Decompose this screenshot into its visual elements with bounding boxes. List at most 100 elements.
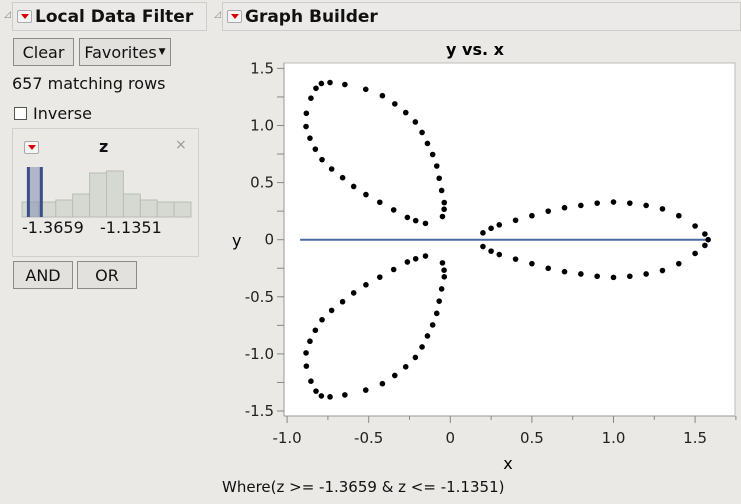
data-point[interactable] — [307, 135, 313, 141]
data-point[interactable] — [480, 243, 486, 250]
data-point[interactable] — [308, 378, 314, 384]
data-point[interactable] — [363, 191, 369, 198]
data-point[interactable] — [545, 208, 552, 214]
data-point[interactable] — [692, 223, 698, 229]
data-point[interactable] — [412, 217, 419, 224]
data-point[interactable] — [529, 260, 535, 267]
data-point[interactable] — [328, 166, 335, 172]
data-point[interactable] — [402, 109, 409, 116]
data-point[interactable] — [702, 242, 708, 249]
data-point[interactable] — [313, 388, 319, 394]
data-point[interactable] — [424, 140, 431, 147]
data-point[interactable] — [438, 187, 445, 194]
data-point[interactable] — [439, 213, 446, 220]
data-point[interactable] — [529, 212, 535, 219]
data-point[interactable] — [675, 260, 682, 267]
data-point[interactable] — [436, 298, 443, 304]
data-point[interactable] — [303, 110, 310, 117]
data-point[interactable] — [312, 146, 319, 152]
data-point[interactable] — [422, 220, 429, 227]
data-point[interactable] — [390, 207, 397, 213]
data-point[interactable] — [379, 380, 386, 387]
data-point[interactable] — [342, 81, 348, 88]
data-point[interactable] — [379, 92, 386, 99]
data-point[interactable] — [422, 253, 429, 259]
data-point[interactable] — [578, 271, 584, 277]
data-point[interactable] — [376, 199, 383, 206]
data-point[interactable] — [702, 231, 708, 237]
data-point[interactable] — [436, 175, 443, 182]
data-point[interactable] — [392, 372, 398, 379]
data-point[interactable] — [392, 101, 398, 107]
data-point[interactable] — [424, 333, 431, 339]
data-point[interactable] — [390, 266, 397, 273]
data-point[interactable] — [303, 123, 309, 130]
data-point[interactable] — [659, 267, 666, 274]
data-point[interactable] — [441, 267, 447, 273]
data-point[interactable] — [594, 273, 600, 280]
x-axis-label[interactable]: x — [503, 454, 512, 473]
data-point[interactable] — [363, 282, 369, 288]
data-point[interactable] — [429, 322, 436, 328]
data-point[interactable] — [327, 394, 333, 400]
data-point[interactable] — [319, 316, 325, 323]
data-point[interactable] — [496, 222, 503, 228]
data-point[interactable] — [488, 248, 494, 254]
data-point[interactable] — [441, 199, 448, 206]
data-point[interactable] — [433, 310, 440, 317]
data-point[interactable] — [412, 119, 419, 125]
data-point[interactable] — [318, 80, 325, 87]
data-point[interactable] — [429, 151, 436, 158]
data-point[interactable] — [350, 290, 357, 296]
data-point[interactable] — [419, 344, 425, 350]
data-point[interactable] — [610, 199, 617, 205]
data-point[interactable] — [675, 212, 682, 219]
data-point[interactable] — [412, 255, 419, 262]
data-point[interactable] — [318, 393, 325, 399]
data-point[interactable] — [327, 79, 333, 86]
data-point[interactable] — [480, 230, 486, 236]
data-point[interactable] — [312, 327, 319, 334]
data-point[interactable] — [439, 260, 446, 266]
data-point[interactable] — [307, 338, 313, 345]
data-point[interactable] — [438, 286, 445, 292]
data-point[interactable] — [412, 354, 419, 361]
data-point[interactable] — [319, 156, 325, 163]
data-point[interactable] — [350, 183, 357, 190]
data-point[interactable] — [659, 206, 666, 212]
data-point[interactable] — [627, 273, 633, 280]
data-point[interactable] — [594, 200, 600, 206]
data-point[interactable] — [441, 206, 447, 213]
data-point[interactable] — [339, 174, 346, 181]
data-point[interactable] — [362, 86, 369, 93]
data-point[interactable] — [404, 259, 411, 265]
y-axis-label[interactable]: y — [232, 231, 241, 250]
data-point[interactable] — [339, 298, 346, 305]
data-point[interactable] — [362, 387, 369, 393]
data-point[interactable] — [496, 251, 503, 258]
data-point[interactable] — [308, 95, 314, 102]
data-point[interactable] — [404, 214, 411, 221]
data-point[interactable] — [643, 271, 649, 277]
data-point[interactable] — [328, 307, 335, 314]
data-point[interactable] — [402, 364, 409, 370]
data-point[interactable] — [376, 274, 383, 280]
data-point[interactable] — [561, 204, 568, 211]
data-point[interactable] — [512, 217, 519, 224]
data-point[interactable] — [610, 274, 617, 281]
data-point[interactable] — [419, 129, 425, 136]
data-point[interactable] — [488, 225, 494, 232]
data-point[interactable] — [313, 85, 319, 92]
data-point[interactable] — [705, 236, 711, 243]
data-point[interactable] — [545, 265, 552, 272]
data-point[interactable] — [578, 202, 584, 209]
data-point[interactable] — [627, 200, 633, 206]
data-point[interactable] — [342, 392, 348, 398]
data-point[interactable] — [561, 268, 568, 275]
data-point[interactable] — [441, 274, 448, 280]
data-point[interactable] — [303, 350, 309, 356]
data-point[interactable] — [512, 256, 519, 262]
data-point[interactable] — [303, 363, 310, 369]
data-point[interactable] — [692, 250, 698, 257]
data-point[interactable] — [643, 202, 649, 209]
